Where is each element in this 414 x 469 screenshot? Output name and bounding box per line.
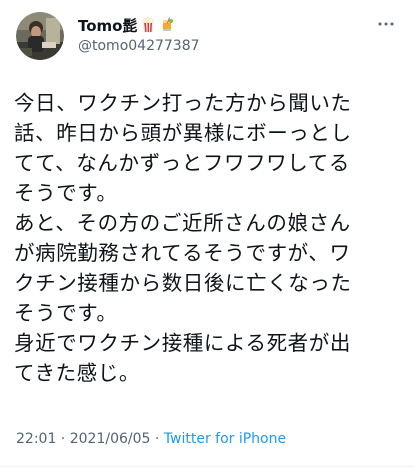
tweet-line: 今日、ワクチン打った方から聞いた xyxy=(14,91,352,115)
meta-separator: · xyxy=(56,431,70,447)
tweet-line: そうです。 xyxy=(14,301,118,325)
tweet-date[interactable]: 2021/06/05 xyxy=(70,431,151,447)
tweet-header: Tomo髭 @tomo04277387 xyxy=(16,12,398,60)
display-name[interactable]: Tomo髭 xyxy=(78,15,137,36)
tweet-text: 今日、ワクチン打った方から聞いた 話、昨日から頭が異様にボーっとし てて、なんか… xyxy=(14,88,404,388)
avatar[interactable] xyxy=(16,12,64,60)
tweet-metadata: 22:01 · 2021/06/05 · Twitter for iPhone xyxy=(16,431,286,447)
tweet-line: 身近でワクチン接種による死者が出 xyxy=(14,331,351,355)
user-handle[interactable]: @tomo04277387 xyxy=(78,38,358,54)
divider xyxy=(0,466,414,467)
tweet-time[interactable]: 22:01 xyxy=(16,431,56,447)
user-names: Tomo髭 @tomo04277387 xyxy=(78,14,358,55)
tweet-source-link[interactable]: Twitter for iPhone xyxy=(164,431,286,447)
avatar-image xyxy=(16,12,64,60)
tweet-line: が病院勤務されてるそうですが、ワ xyxy=(14,241,351,265)
tweet-line: そうです。 xyxy=(14,181,118,205)
tweet-line: てきた感じ。 xyxy=(14,361,140,385)
popcorn-icon xyxy=(140,17,156,33)
meta-separator: · xyxy=(150,431,164,447)
more-options-icon[interactable] xyxy=(374,16,398,32)
tweet-line: あと、その方のご近所さんの娘さん xyxy=(14,211,351,235)
tweet-line: 話、昨日から頭が異様にボーっとし xyxy=(14,121,352,145)
tweet-line: てて、なんかずっとフワフワしてる xyxy=(14,151,350,175)
display-name-row[interactable]: Tomo髭 xyxy=(78,14,358,36)
tweet: Tomo髭 @tomo04277387 今日、ワクチン打った方から聞いた 話、昨… xyxy=(0,0,414,469)
cocktail-icon xyxy=(159,17,175,33)
tweet-line: クチン接種から数日後に亡くなった xyxy=(14,271,352,295)
